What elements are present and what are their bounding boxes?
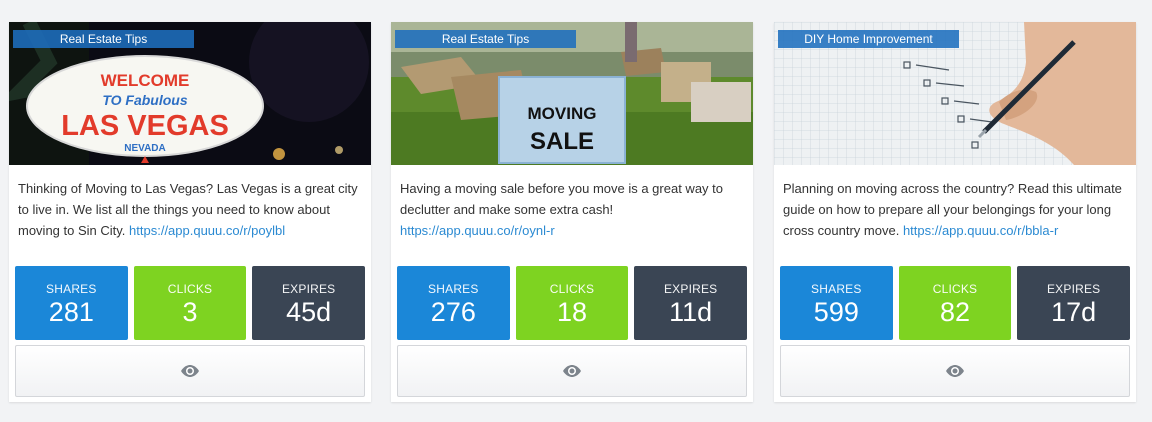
post-link[interactable]: https://app.quuu.co/r/bbla-r xyxy=(903,223,1058,238)
category-badge[interactable]: Real Estate Tips xyxy=(13,30,194,48)
clicks-label: CLICKS xyxy=(932,282,978,296)
expires-stat[interactable]: EXPIRES 17d xyxy=(1017,266,1131,340)
shares-stat[interactable]: SHARES 599 xyxy=(780,266,893,340)
shares-stat[interactable]: SHARES 281 xyxy=(15,266,128,340)
eye-icon xyxy=(946,365,964,377)
post-description: Thinking of Moving to Las Vegas? Las Veg… xyxy=(9,165,371,266)
post-text: Having a moving sale before you move is … xyxy=(400,181,724,217)
clicks-stat[interactable]: CLICKS 3 xyxy=(133,266,247,340)
clicks-stat[interactable]: CLICKS 82 xyxy=(898,266,1012,340)
sign-sale-text: SALE xyxy=(530,128,594,155)
expires-value: 11d xyxy=(669,297,713,327)
expires-label: EXPIRES xyxy=(663,282,718,296)
clicks-value: 3 xyxy=(182,297,198,327)
stats-row: SHARES 599 CLICKS 82 EXPIRES 17d xyxy=(774,266,1136,340)
expires-stat[interactable]: EXPIRES 45d xyxy=(252,266,366,340)
sign-welcome-text: WELCOME xyxy=(101,71,190,90)
shares-value: 276 xyxy=(430,297,476,327)
sign-moving-text: MOVING xyxy=(528,104,597,123)
shares-label: SHARES xyxy=(46,282,97,296)
expires-value: 45d xyxy=(286,297,332,327)
stats-row: SHARES 276 CLICKS 18 EXPIRES 11d xyxy=(391,266,753,340)
eye-icon xyxy=(563,365,581,377)
post-description: Having a moving sale before you move is … xyxy=(391,165,753,266)
shares-value: 281 xyxy=(48,297,94,327)
post-description: Planning on moving across the country? R… xyxy=(774,165,1136,266)
stats-row: SHARES 281 CLICKS 3 EXPIRES 45d xyxy=(9,266,371,340)
preview-button[interactable] xyxy=(397,345,747,397)
clicks-label: CLICKS xyxy=(167,282,213,296)
post-link[interactable]: https://app.quuu.co/r/oynl-r xyxy=(400,223,555,238)
clicks-label: CLICKS xyxy=(549,282,595,296)
eye-icon xyxy=(181,365,199,377)
post-image-las-vegas: WELCOME TO Fabulous LAS VEGAS NEVADA Rea… xyxy=(9,22,371,165)
clicks-stat[interactable]: CLICKS 18 xyxy=(515,266,629,340)
shares-value: 599 xyxy=(813,297,859,327)
post-card: DIY Home Improvement Planning on moving … xyxy=(774,22,1136,402)
sign-nevada-text: NEVADA xyxy=(124,143,165,154)
expires-label: EXPIRES xyxy=(1046,282,1101,296)
shares-stat[interactable]: SHARES 276 xyxy=(397,266,510,340)
clicks-value: 18 xyxy=(556,297,588,327)
category-badge[interactable]: DIY Home Improvement xyxy=(778,30,959,48)
preview-button[interactable] xyxy=(15,345,365,397)
post-card: MOVING SALE Real Estate Tips Having a mo… xyxy=(391,22,753,402)
expires-label: EXPIRES xyxy=(281,282,336,296)
expires-stat[interactable]: EXPIRES 11d xyxy=(634,266,748,340)
post-card: WELCOME TO Fabulous LAS VEGAS NEVADA Rea… xyxy=(9,22,371,402)
post-image-checklist: DIY Home Improvement xyxy=(774,22,1136,165)
post-link[interactable]: https://app.quuu.co/r/poylbl xyxy=(129,223,285,238)
shares-label: SHARES xyxy=(811,282,862,296)
expires-value: 17d xyxy=(1051,297,1097,327)
category-badge[interactable]: Real Estate Tips xyxy=(395,30,576,48)
preview-button[interactable] xyxy=(780,345,1130,397)
shares-label: SHARES xyxy=(428,282,479,296)
clicks-value: 82 xyxy=(939,297,971,327)
sign-las-vegas-text: LAS VEGAS xyxy=(61,110,229,142)
sign-fabulous-text: TO Fabulous xyxy=(102,92,188,108)
post-image-moving-sale: MOVING SALE Real Estate Tips xyxy=(391,22,753,165)
